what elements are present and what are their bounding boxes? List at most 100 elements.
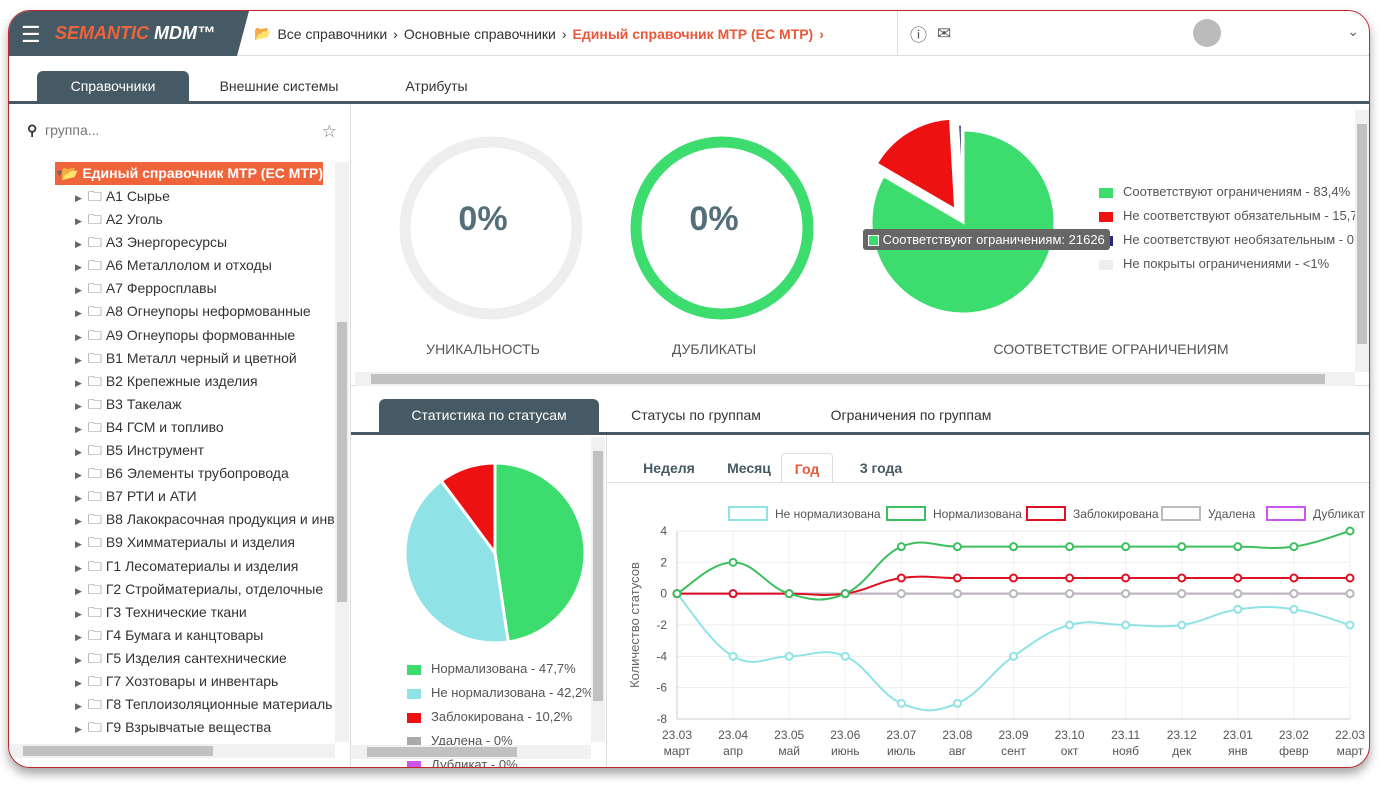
legend-swatch[interactable] — [1026, 506, 1066, 521]
data-point[interactable] — [896, 542, 906, 552]
expand-icon[interactable]: ▶ — [75, 216, 82, 226]
expand-icon[interactable]: ▶ — [75, 655, 82, 665]
data-point[interactable] — [728, 557, 738, 567]
tree-item[interactable]: ▶ 🗀 Г3 Технические ткани — [9, 601, 335, 624]
data-point[interactable] — [1121, 573, 1131, 583]
legend-label[interactable]: Не нормализована — [775, 507, 881, 521]
tree-item[interactable]: ▶ 🗀 Г5 Изделия сантехнические — [9, 647, 335, 670]
help-icon[interactable]: ⓘ — [910, 21, 927, 46]
data-point[interactable] — [1233, 542, 1243, 552]
expand-icon[interactable]: ▶ — [75, 447, 82, 457]
data-point[interactable] — [952, 573, 962, 583]
tree-item[interactable]: ▶ 🗀 А6 Металлолом и отходы — [9, 254, 335, 277]
data-point[interactable] — [784, 651, 794, 661]
data-point[interactable] — [1289, 573, 1299, 583]
period-year[interactable]: Год — [781, 453, 833, 483]
data-point[interactable] — [1065, 542, 1075, 552]
menu-icon[interactable]: ☰ — [21, 22, 41, 48]
expand-icon[interactable]: ▶ — [75, 193, 82, 203]
compliance-legend-item[interactable]: Не покрыты ограничениями - <1% — [1099, 256, 1329, 271]
data-point[interactable] — [1177, 573, 1187, 583]
data-point[interactable] — [1121, 620, 1131, 630]
tab-external-systems[interactable]: Внешние системы — [199, 71, 359, 101]
expand-icon[interactable]: ▶ — [75, 401, 82, 411]
expand-icon[interactable]: ▶ — [75, 285, 82, 295]
tree-item[interactable]: ▶ 🗀 Г9 Взрывчатые вещества — [9, 716, 335, 739]
data-point[interactable] — [1345, 573, 1355, 583]
legend-swatch[interactable] — [728, 506, 768, 521]
data-point[interactable] — [1345, 620, 1355, 630]
data-point[interactable] — [1233, 573, 1243, 583]
breadcrumb-item[interactable]: Основные справочники — [404, 26, 556, 42]
tree-item[interactable]: ▶ 🗀 А9 Огнеупоры формованные — [9, 324, 335, 347]
tree-item[interactable]: ▶ 🗀 В1 Металл черный и цветной — [9, 347, 335, 370]
data-point[interactable] — [1009, 542, 1018, 552]
data-point[interactable] — [840, 589, 850, 599]
expand-icon[interactable]: ▶ — [75, 308, 82, 318]
data-point[interactable] — [840, 651, 850, 661]
data-point[interactable] — [1065, 573, 1075, 583]
tab-attributes[interactable]: Атрибуты — [379, 71, 494, 101]
expand-icon[interactable]: ▶ — [75, 563, 82, 573]
expand-icon[interactable]: ▶ — [75, 632, 82, 642]
tree-item[interactable]: ▶ 🗀 В5 Инструмент — [9, 439, 335, 462]
expand-icon[interactable]: ▶ — [75, 586, 82, 596]
tree-item[interactable]: ▶ 🗀 Г2 Стройматериалы, отделочные — [9, 578, 335, 601]
legend-swatch[interactable] — [1161, 506, 1201, 521]
tree-item[interactable]: ▶ 🗀 В6 Элементы трубопровода — [9, 462, 335, 485]
status-legend-item[interactable]: Нормализована - 47,7% — [407, 661, 576, 676]
tree-item[interactable]: ▶ 🗀 Г4 Бумага и канцтовары — [9, 624, 335, 647]
tree-item[interactable]: ▶ 🗀 А1 Сырье — [9, 185, 335, 208]
tab-status-groups[interactable]: Статусы по группам — [621, 399, 771, 432]
search-input[interactable]: ⚲ группа... ☆ — [27, 122, 337, 141]
expand-icon[interactable]: ▶ — [75, 493, 82, 503]
period-3years[interactable]: 3 года — [841, 453, 921, 483]
tab-constraint-groups[interactable]: Ограничения по группам — [811, 399, 1011, 432]
scrollbar-horizontal[interactable] — [351, 745, 591, 759]
data-point[interactable] — [952, 589, 962, 599]
tab-status-stats[interactable]: Статистика по статусам — [379, 399, 599, 432]
expand-icon[interactable]: ▶ — [75, 539, 82, 549]
data-point[interactable] — [1233, 589, 1243, 599]
data-point[interactable] — [1121, 589, 1131, 599]
status-pie-slice[interactable] — [493, 461, 587, 644]
chevron-down-icon[interactable]: ⌄ — [1347, 23, 1359, 40]
data-point[interactable] — [1289, 542, 1299, 552]
compliance-legend-item[interactable]: Не соответствуют обязательным - 15,7% — [1099, 208, 1369, 223]
data-point[interactable] — [1009, 651, 1018, 661]
expand-icon[interactable]: ▶ — [75, 470, 82, 480]
tree-item[interactable]: ▶ 🗀 А3 Энергоресурсы — [9, 231, 335, 254]
breadcrumb-current[interactable]: Единый справочник МТР (ЕС МТР) — [573, 26, 814, 42]
data-point[interactable] — [952, 542, 962, 552]
legend-label[interactable]: Удалена — [1208, 507, 1256, 521]
legend-label[interactable]: Заблокирована — [1073, 507, 1159, 521]
expand-icon[interactable]: ▶ — [75, 355, 82, 365]
data-point[interactable] — [1121, 542, 1131, 552]
data-point[interactable] — [1345, 526, 1355, 536]
expand-icon[interactable]: ▶ — [75, 609, 82, 619]
legend-swatch[interactable] — [886, 506, 926, 521]
data-point[interactable] — [728, 651, 738, 661]
data-point[interactable] — [1065, 589, 1075, 599]
period-month[interactable]: Месяц — [709, 453, 789, 483]
data-point[interactable] — [896, 589, 906, 599]
expand-icon[interactable]: ▶ — [75, 332, 82, 342]
tree-item[interactable]: ▶ 🗀 В9 Химматериалы и изделия — [9, 531, 335, 554]
tree-item[interactable]: ▶ 🗀 А8 Огнеупоры неформованные — [9, 300, 335, 323]
expand-icon[interactable]: ▶ — [75, 678, 82, 688]
expand-icon[interactable]: ▶ — [75, 424, 82, 434]
tree-root[interactable]: 📂 Единый справочник МТР (ЕС МТР) — [55, 162, 323, 185]
tree-item[interactable]: ▶ 🗀 А7 Ферросплавы — [9, 277, 335, 300]
tree-item[interactable]: ▶ 🗀 А2 Уголь — [9, 208, 335, 231]
data-point[interactable] — [1065, 620, 1075, 630]
data-point[interactable] — [1177, 620, 1187, 630]
data-point[interactable] — [896, 573, 906, 583]
expand-icon[interactable]: ▶ — [75, 378, 82, 388]
tree-item[interactable]: ▶🗀 К1 Мебель — [9, 739, 335, 742]
mail-icon[interactable]: ✉ — [937, 24, 951, 44]
compliance-legend-item[interactable]: Соответствуют ограничениям - 83,4% — [1099, 184, 1350, 199]
expand-icon[interactable]: ▶ — [75, 516, 82, 526]
tab-directories[interactable]: Справочники — [37, 71, 189, 101]
tree-item[interactable]: ▶ 🗀 В3 Такелаж — [9, 393, 335, 416]
expand-icon[interactable]: ▶ — [75, 239, 82, 249]
